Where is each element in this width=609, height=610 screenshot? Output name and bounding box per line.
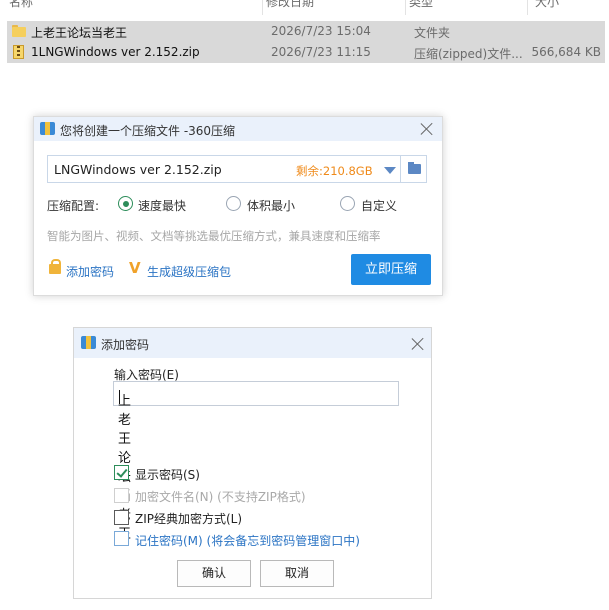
add-password-dialog: 添加密码 输入密码(E) 上老王论坛当老王 显示密码(S) 加密文件名(N) (… [73,327,432,599]
column-header-row: 名称 修改日期 类型 大小 [0,0,609,10]
dialog-title: 您将创建一个压缩文件 -360压缩 [60,124,236,138]
radio-smallest-label[interactable]: 体积最小 [247,197,295,214]
compression-hint: 智能为图片、视频、文档等挑选最优压缩方式，兼具速度和压缩率 [47,229,381,243]
app-360-icon [81,336,96,349]
column-header-date[interactable]: 修改日期 [266,0,314,10]
column-header-size[interactable]: 大小 [535,0,559,10]
file-name: 1LNGWindows ver 2.152.zip [31,45,200,59]
radio-smallest[interactable] [226,196,241,211]
close-icon[interactable] [420,122,434,136]
show-password-label[interactable]: 显示密码(S) [135,466,200,483]
password-input[interactable]: 上老王论坛当老王 [113,381,399,542]
dropdown-arrow-icon[interactable] [384,167,396,174]
lock-icon [49,259,61,274]
zip-classic-encryption-label[interactable]: ZIP经典加密方式(L) [135,510,242,527]
archive-name-value[interactable]: LNGWindows ver 2.152.zip [54,162,222,177]
column-header-name[interactable]: 名称 [9,0,33,10]
file-size: 566,684 KB [531,45,601,59]
dialog-title: 添加密码 [101,338,150,352]
archive-name-field[interactable]: LNGWindows ver 2.152.zip 剩余:210.8GB [47,155,427,183]
file-type: 文件夹 [414,26,451,40]
compress-dialog: 您将创建一个压缩文件 -360压缩 LNGWindows ver 2.152.z… [33,116,443,296]
remember-password-checkbox[interactable] [114,531,129,546]
file-row-folder[interactable]: 上老王论坛当老王 2026/7/23 15:04 文件夹 [7,21,605,42]
free-space-label: 剩余:210.8GB [296,164,373,178]
text-caret [119,390,120,404]
file-explorer-list: 名称 修改日期 类型 大小 上老王论坛当老王 2026/7/23 15:04 文… [0,0,609,70]
file-row-zip[interactable]: 1LNGWindows ver 2.152.zip 2026/7/23 11:1… [7,42,605,63]
column-separator[interactable] [405,0,406,15]
app-360-icon [40,122,55,135]
column-separator[interactable] [262,0,263,15]
encrypt-filename-label[interactable]: 加密文件名(N) (不支持ZIP格式) [135,488,306,505]
zip-classic-encryption-checkbox[interactable] [114,510,129,525]
zip-archive-icon [13,45,24,59]
radio-fastest[interactable] [118,196,133,211]
cancel-button[interactable]: 取消 [260,560,334,587]
compress-now-button[interactable]: 立即压缩 [351,254,431,285]
folder-icon [12,25,26,37]
show-password-checkbox[interactable] [114,465,129,480]
super-package-link[interactable]: 生成超级压缩包 [147,263,231,280]
dialog-titlebar[interactable]: 您将创建一个压缩文件 -360压缩 [34,117,442,141]
column-separator[interactable] [527,0,528,15]
browse-folder-button[interactable] [400,156,427,182]
file-type: 压缩(zipped)文件... [414,47,523,61]
file-date: 2026/7/23 15:04 [271,24,371,38]
dialog-titlebar[interactable]: 添加密码 [74,328,431,358]
encrypt-filename-checkbox[interactable] [114,488,129,503]
file-name: 上老王论坛当老王 [31,26,128,40]
add-password-link[interactable]: 添加密码 [66,263,114,280]
config-label: 压缩配置: [47,199,100,213]
radio-custom[interactable] [340,196,355,211]
column-header-type[interactable]: 类型 [409,0,433,10]
confirm-button[interactable]: 确认 [177,560,251,587]
remember-password-label[interactable]: 记住密码(M) (将会备忘到密码管理窗口中) [135,532,360,549]
radio-fastest-label[interactable]: 速度最快 [138,197,186,214]
radio-custom-label[interactable]: 自定义 [361,197,397,214]
close-icon[interactable] [411,337,425,351]
super-package-icon: V [129,259,141,277]
file-date: 2026/7/23 11:15 [271,45,371,59]
